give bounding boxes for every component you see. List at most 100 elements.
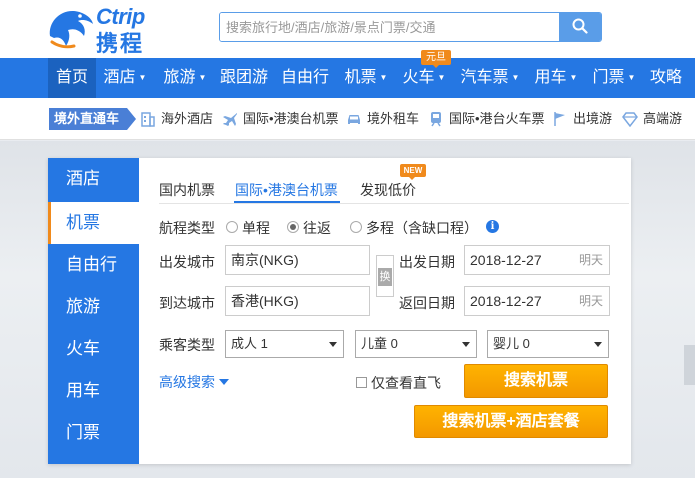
chevron-down-icon	[329, 342, 337, 347]
advanced-search-link[interactable]: 高级搜索	[159, 372, 229, 392]
booking-panel: 酒店 机票 自由行 旅游 火车 用车 门票 国内机票 国际•港澳台机票 发现低价…	[48, 158, 631, 464]
nav-item-home[interactable]: 首页	[48, 58, 96, 98]
direct-only-checkbox[interactable]	[356, 377, 367, 388]
return-date-value: 2018-12-27	[470, 293, 542, 309]
subnav-item-luxury-tour[interactable]: 高端游	[622, 108, 682, 130]
nav-item-group-tour[interactable]: 跟团游	[216, 58, 272, 98]
nav-label: 自由行	[280, 69, 329, 86]
chevron-down-icon: ▼	[379, 73, 388, 82]
tab-intl-flights[interactable]: 国际•港澳台机票	[235, 180, 338, 200]
child-select[interactable]: 儿童 0	[355, 330, 477, 358]
radio-multi-city[interactable]	[350, 221, 362, 233]
train-icon	[431, 112, 441, 127]
sidebar-item-train[interactable]: 火车	[48, 328, 139, 370]
radio-round-trip[interactable]	[287, 221, 299, 233]
nav-item-car[interactable]: 用车 ▼	[528, 58, 584, 98]
direct-only-label[interactable]: 仅查看直飞	[371, 373, 441, 393]
search-box	[219, 12, 602, 42]
nav-item-free-travel[interactable]: 自由行	[276, 58, 334, 98]
chevron-down-icon: ▼	[627, 73, 636, 82]
nav-item-flights[interactable]: 机票 ▼	[338, 58, 394, 98]
chevron-down-icon: ▼	[198, 73, 207, 82]
nav-label: 跟团游	[219, 69, 268, 86]
adult-select[interactable]: 成人 1	[225, 330, 344, 358]
to-city-label: 到达城市	[159, 295, 215, 311]
search-button[interactable]	[559, 13, 601, 41]
child-value: 儿童 0	[361, 336, 398, 351]
nav-label: 机票	[344, 69, 377, 86]
nav-item-guides[interactable]: 攻略	[644, 58, 688, 98]
overseas-tag: 境外直通车	[49, 108, 136, 130]
subnav-item-car-rental[interactable]: 境外租车	[346, 108, 419, 130]
chevron-down-icon: ▼	[138, 73, 147, 82]
sidebar-item-free-travel[interactable]: 自由行	[48, 244, 139, 286]
subnav-label: 国际•港台火车票	[449, 111, 545, 126]
nav-label: 旅游	[163, 69, 196, 86]
main-nav: 首页 酒店 ▼ 旅游 ▼ 跟团游 自由行 机票 ▼ 火车 ▼ 汽车票 ▼ 用车 ▼ 门票 ▼ …	[0, 58, 695, 98]
nav-item-bus[interactable]: 汽车票 ▼	[454, 58, 526, 98]
infant-select[interactable]: 婴儿 0	[487, 330, 609, 358]
subnav-label: 境外租车	[367, 111, 420, 126]
ctrip-logo[interactable]: Ctrip 携程	[44, 2, 174, 56]
passenger-type-label: 乘客类型	[159, 337, 215, 353]
nav-label: 攻略	[649, 69, 682, 86]
sidebar-item-tickets[interactable]: 门票	[48, 412, 139, 454]
nav-label: 用车	[534, 69, 567, 86]
nav-label: 门票	[592, 69, 625, 86]
tab-low-price[interactable]: 发现低价	[360, 180, 416, 200]
sidebar-item-travel[interactable]: 旅游	[48, 286, 139, 328]
sidebar-item-flights[interactable]: 机票	[48, 202, 139, 244]
nav-label: 火车	[402, 69, 435, 86]
advanced-search-label: 高级搜索	[159, 374, 215, 390]
new-badge: NEW	[400, 164, 426, 180]
search-icon	[572, 18, 588, 34]
logo-text-cn: 携程	[96, 31, 145, 56]
adult-value: 成人 1	[231, 336, 268, 351]
multi-city-label[interactable]: 多程（含缺口程）	[366, 218, 478, 238]
return-date-input[interactable]: 2018-12-27 明天	[464, 286, 610, 316]
subnav-label: 高端游	[643, 111, 683, 126]
sidebar-item-car[interactable]: 用车	[48, 370, 139, 412]
background-figure	[684, 345, 695, 385]
search-package-button[interactable]: 搜索机票+酒店套餐	[414, 405, 608, 438]
return-date-label: 返回日期	[399, 295, 455, 311]
sidebar-item-hotel[interactable]: 酒店	[48, 158, 139, 200]
to-city-input[interactable]: 香港(HKG)	[225, 286, 370, 316]
nav-item-hotel[interactable]: 酒店 ▼	[96, 58, 154, 98]
subnav-item-intl-flights[interactable]: 国际•港澳台机票	[222, 108, 339, 130]
search-flights-button[interactable]: 搜索机票	[464, 364, 608, 398]
new-year-badge: 元旦	[421, 50, 451, 68]
airplane-icon	[223, 113, 237, 126]
depart-date-hint: 明天	[578, 253, 603, 267]
nav-item-tickets[interactable]: 门票 ▼	[586, 58, 642, 98]
trip-type-label: 航程类型	[159, 220, 215, 236]
diamond-icon	[622, 112, 638, 128]
subnav-label: 国际•港澳台机票	[243, 111, 339, 126]
depart-date-value: 2018-12-27	[470, 252, 542, 268]
from-city-label: 出发城市	[159, 254, 215, 270]
subnav-item-outbound-tour[interactable]: 出境游	[552, 108, 612, 130]
nav-item-travel[interactable]: 旅游 ▼	[156, 58, 214, 98]
chevron-down-icon: ▼	[437, 73, 446, 82]
booking-sidebar: 酒店 机票 自由行 旅游 火车 用车 门票	[48, 158, 139, 464]
return-date-hint: 明天	[578, 294, 603, 308]
search-input[interactable]	[220, 13, 560, 41]
radio-one-way[interactable]	[226, 221, 238, 233]
swap-cities-button[interactable]: 换	[376, 255, 394, 297]
chevron-down-icon: ▼	[569, 73, 578, 82]
chevron-down-icon	[219, 379, 229, 385]
flag-icon	[554, 112, 565, 126]
subnav-item-overseas-hotel[interactable]: 海外酒店	[140, 108, 213, 130]
building-icon	[141, 112, 155, 127]
tab-domestic-flights[interactable]: 国内机票	[159, 180, 215, 200]
info-icon[interactable]: i	[486, 220, 499, 233]
overseas-subnav: 境外直通车 海外酒店 国际•港澳台机票 境外租车 国际•港台火车票 出境游 高端…	[0, 98, 695, 140]
from-city-input[interactable]: 南京(NKG)	[225, 245, 370, 275]
round-trip-label[interactable]: 往返	[303, 218, 331, 238]
one-way-label[interactable]: 单程	[242, 218, 270, 238]
depart-date-input[interactable]: 2018-12-27 明天	[464, 245, 610, 275]
subnav-item-intl-train[interactable]: 国际•港台火车票	[428, 108, 545, 130]
subnav-label: 出境游	[573, 111, 613, 126]
nav-label: 首页	[55, 69, 88, 86]
chevron-down-icon: ▼	[511, 73, 520, 82]
